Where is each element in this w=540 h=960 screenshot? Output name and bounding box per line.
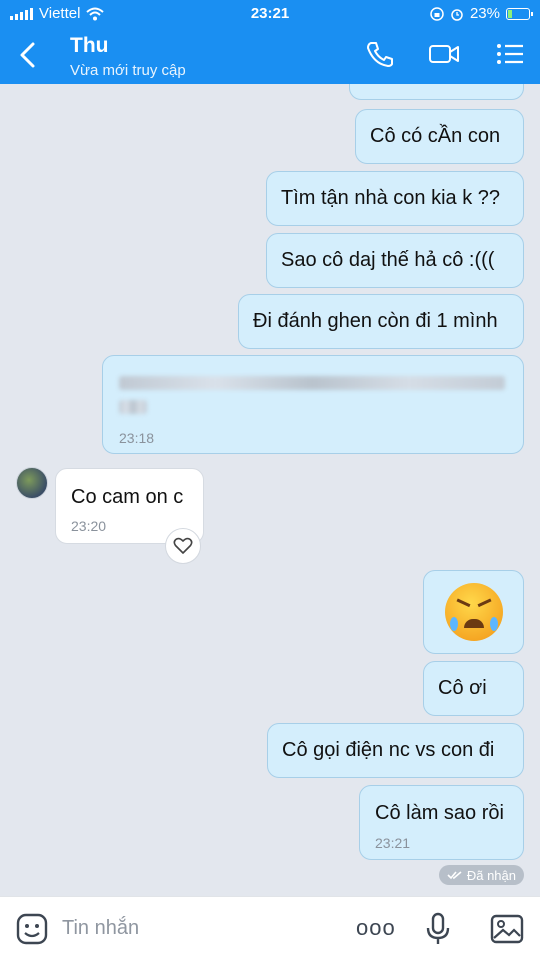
chat-header: Viettel 23:21 23% Thu Vừa mới truy cập	[0, 0, 540, 84]
contact-avatar[interactable]	[16, 467, 48, 499]
message-time: 23:18	[119, 430, 155, 446]
crying-face-emoji-icon	[444, 583, 503, 641]
message-text: Co cam on c	[71, 486, 184, 508]
status-bar: Viettel 23:21 23%	[0, 0, 540, 28]
message-list[interactable]: Cô có cẦn con Tìm tận nhà con kia k ?? S…	[0, 84, 540, 896]
emoji-message-bubble[interactable]	[423, 570, 524, 654]
message-bubble[interactable]: Sao cô daj thế hả cô :(((	[266, 233, 524, 288]
message-text: Sao cô daj thế hả cô :(((	[281, 249, 495, 271]
message-time: 23:21	[375, 835, 411, 851]
composer-bar: Tin nhắn ooo	[0, 896, 540, 960]
message-text: Đi đánh ghen còn đi 1 mình	[253, 310, 498, 332]
video-call-icon[interactable]	[428, 40, 460, 68]
message-text: Cô gọi điện nc vs con đi	[282, 739, 495, 761]
phone-call-icon[interactable]	[364, 40, 396, 68]
delivery-status-badge: Đã nhận	[438, 865, 524, 885]
message-bubble-partial[interactable]	[349, 84, 524, 100]
message-input[interactable]: Tin nhắn	[62, 917, 139, 940]
last-seen-status: Vừa mới truy cập	[70, 62, 186, 79]
message-text: Cô ơi	[438, 677, 487, 699]
message-time: 23:20	[71, 518, 107, 534]
blurred-text	[119, 400, 147, 414]
message-bubble[interactable]: Tìm tận nhà con kia k ??	[266, 171, 524, 226]
menu-list-icon[interactable]	[494, 40, 526, 68]
rotation-lock-icon	[430, 6, 444, 21]
battery-percent: 23%	[469, 5, 500, 22]
message-text: Cô có cẦn con	[370, 125, 501, 147]
message-bubble[interactable]: Cô gọi điện nc vs con đi	[267, 723, 524, 778]
image-gallery-icon[interactable]	[489, 911, 525, 947]
delivery-status-text: Đã nhận	[466, 867, 516, 883]
message-bubble[interactable]: Cô có cẦn con	[355, 109, 524, 164]
double-check-icon	[447, 871, 462, 880]
battery-icon	[506, 7, 533, 20]
message-bubble[interactable]: Cô làm sao rồi 23:21	[359, 785, 524, 860]
message-text: Cô làm sao rồi	[375, 802, 504, 824]
heart-icon	[173, 537, 193, 554]
react-heart-button[interactable]	[165, 528, 201, 564]
sticker-smile-icon[interactable]	[14, 911, 50, 947]
alarm-icon	[451, 8, 463, 21]
microphone-icon[interactable]	[420, 911, 456, 947]
back-arrow-icon[interactable]	[16, 40, 42, 70]
more-options-icon[interactable]: ooo	[356, 915, 396, 941]
blurred-message-bubble[interactable]: 23:18	[102, 355, 524, 454]
message-bubble[interactable]: Đi đánh ghen còn đi 1 mình	[238, 294, 524, 349]
contact-name[interactable]: Thu	[70, 34, 108, 58]
message-bubble[interactable]: Cô ơi	[423, 661, 524, 716]
message-text: Tìm tận nhà con kia k ??	[281, 187, 501, 209]
blurred-text	[119, 376, 505, 390]
